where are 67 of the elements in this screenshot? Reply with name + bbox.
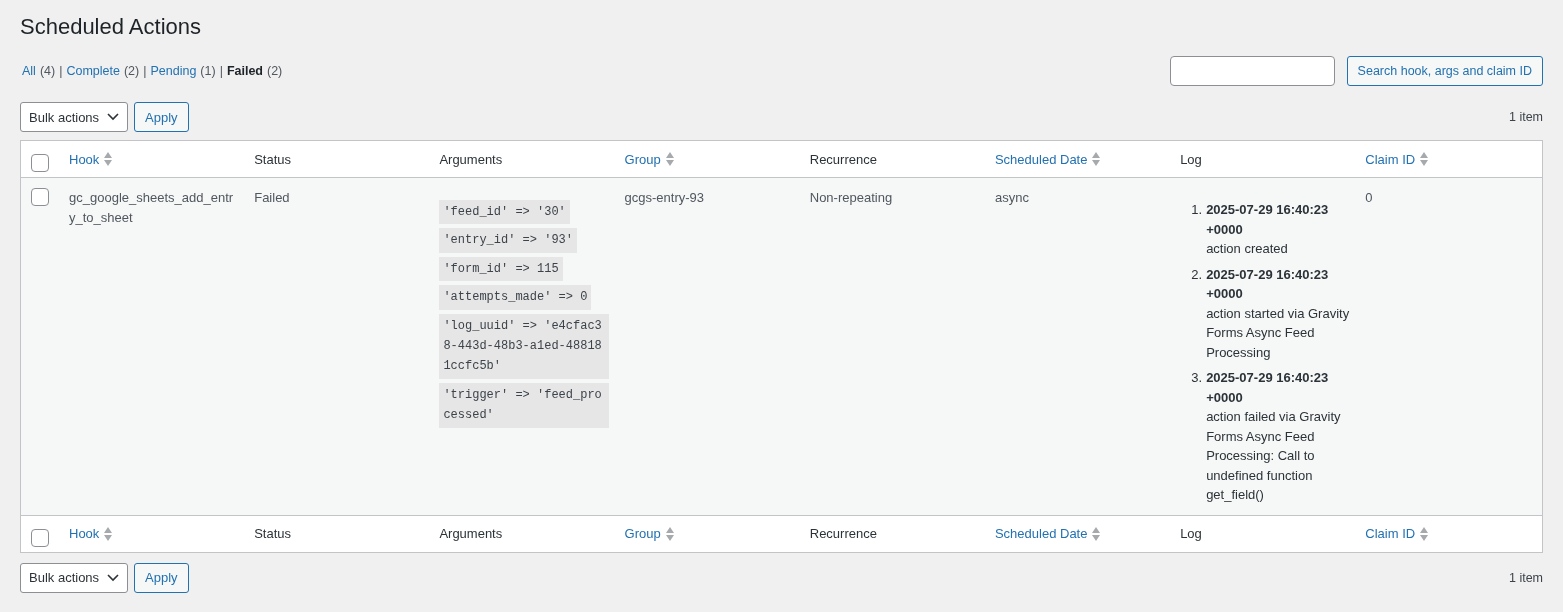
search-button[interactable]: Search hook, args and claim ID [1346, 56, 1543, 86]
column-header: Status [254, 526, 292, 541]
separator: | [219, 64, 223, 78]
column-sort-link[interactable]: Claim ID [1365, 151, 1429, 167]
sort-icon [104, 152, 113, 166]
bulk-actions-select[interactable]: Bulk actions [20, 562, 129, 593]
status-filter-link[interactable]: Complete [66, 64, 120, 78]
column-sort-link[interactable]: Scheduled Date [994, 526, 1101, 541]
argument-code: 'trigger' => 'feed_processed' [439, 382, 609, 428]
filter-count: (2) [123, 64, 140, 78]
list-number: 3. [1190, 369, 1203, 387]
status-filter-link[interactable]: Failed [226, 64, 263, 78]
item-count: 1 item [1508, 110, 1543, 124]
page-title: Scheduled Actions [20, 14, 203, 40]
checkbox[interactable] [31, 528, 49, 547]
chevron-down-icon [107, 113, 120, 121]
log-message: action started via Gravity Forms Async Feed Processing [1206, 304, 1350, 362]
recurrence-text: Non-repeating [809, 190, 893, 205]
filter-count: (2) [267, 64, 283, 78]
sort-icon [104, 526, 113, 541]
list-number: 1. [1190, 201, 1203, 219]
sort-icon [1092, 526, 1101, 541]
column-sort-link[interactable]: Hook [69, 151, 113, 167]
argument-code: 'form_id' => 115 [439, 256, 563, 282]
item-count: 1 item [1508, 570, 1543, 585]
filter-count: (4) [39, 64, 56, 78]
checkbox[interactable] [31, 188, 49, 206]
separator: | [143, 64, 147, 78]
log-message: action created [1206, 240, 1289, 258]
status-filter-link[interactable]: All [22, 64, 36, 78]
hook-name: gc_google_sheets_add_entry_to_sheet [69, 190, 234, 225]
column-header: Arguments [439, 526, 503, 541]
status-filter-link[interactable]: Pending [150, 64, 197, 78]
argument-code: 'attempts_made' => 0 [439, 285, 592, 310]
sort-icon [1092, 152, 1101, 166]
list-number: 2. [1190, 265, 1203, 284]
column-header: Log [1180, 151, 1202, 167]
argument-code: 'entry_id' => '93' [439, 228, 577, 253]
filter-count: (1) [200, 64, 216, 78]
sort-icon [665, 526, 674, 541]
argument-code: 'log_uuid' => 'e4cfac38-443d-48b3-a1ed-488181ccfc5b' [439, 313, 609, 379]
column-header: Log [1180, 526, 1202, 541]
bulk-actions-select[interactable]: Bulk actions [20, 102, 129, 132]
claim-id-text: 0 [1365, 190, 1373, 205]
column-sort-link[interactable]: Scheduled Date [994, 151, 1101, 167]
column-sort-link[interactable]: Hook [69, 526, 113, 541]
group-text: gcgs-entry-93 [624, 190, 705, 205]
chevron-down-icon [107, 573, 120, 582]
log-message: action failed via Gravity Forms Async Feed Processing: Call to undefined function get_field() [1206, 408, 1342, 504]
column-sort-link[interactable]: Claim ID [1365, 526, 1429, 541]
checkbox[interactable] [31, 154, 49, 172]
apply-button[interactable]: Apply [134, 562, 189, 593]
column-sort-link[interactable]: Group [624, 526, 674, 541]
column-header: Recurrence [809, 526, 877, 541]
separator: | [59, 64, 63, 78]
sort-icon [1420, 526, 1429, 541]
search-field[interactable] [1169, 56, 1335, 86]
column-sort-link[interactable]: Group [624, 151, 674, 167]
status-text: Failed [254, 190, 290, 205]
column-header: Recurrence [809, 151, 877, 167]
argument-code: 'feed_id' => '30' [439, 200, 570, 225]
column-header: Status [254, 151, 292, 167]
sort-icon [665, 152, 674, 166]
scheduled-date-text: async [994, 190, 1029, 205]
column-header: Arguments [439, 151, 503, 167]
apply-button[interactable]: Apply [134, 102, 189, 132]
sort-icon [1420, 152, 1429, 166]
